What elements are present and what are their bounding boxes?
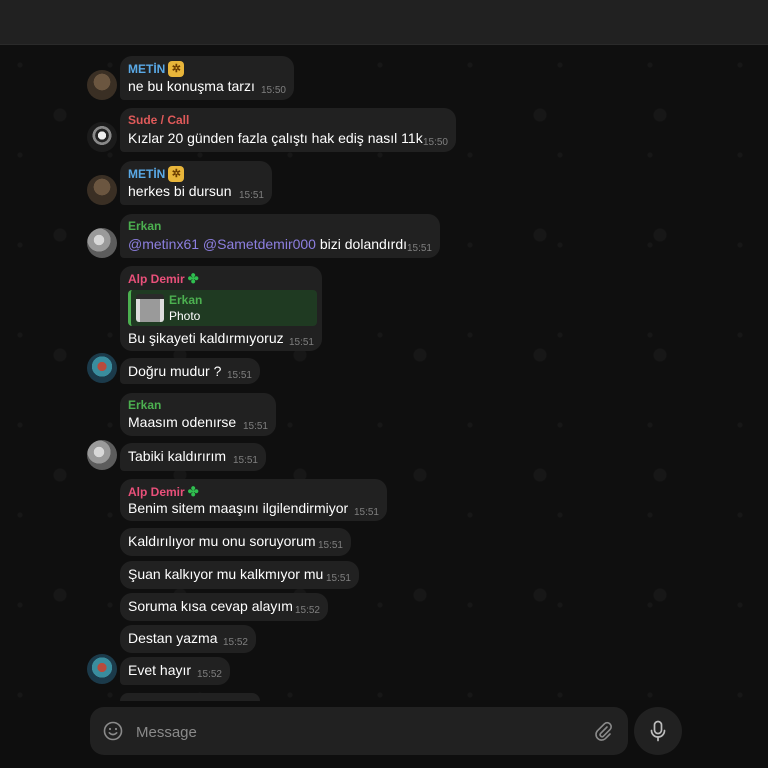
message-time: 15:51 bbox=[242, 421, 268, 432]
message-bubble[interactable]: METİN ✲ ne bu konuşma tarzı 15:50 bbox=[120, 56, 294, 100]
message-text: Kaldırılıyor mu onu soruyorum bbox=[128, 533, 316, 549]
avatar[interactable] bbox=[87, 122, 117, 152]
message-bubble[interactable]: METİN ✲ herkes bi dursun 15:51 bbox=[120, 161, 272, 205]
message-time: 15:51 bbox=[317, 540, 343, 551]
sender-name[interactable]: Erkan bbox=[128, 398, 161, 412]
message-bubble[interactable]: Soruma kısa cevap alayım 15:52 bbox=[120, 593, 328, 621]
message-bubble[interactable]: Sude / Call Kızlar 20 günden fazla çalış… bbox=[120, 108, 456, 152]
message-bubble-partial bbox=[120, 693, 260, 701]
message-bubble[interactable]: Doğru mudur ? 15:51 bbox=[120, 358, 260, 384]
reply-text: Photo bbox=[169, 309, 201, 323]
message-text: Bu şikayeti kaldırmıyoruz bbox=[128, 330, 284, 346]
sender-name[interactable]: Sude / Call bbox=[128, 113, 189, 127]
message-input[interactable] bbox=[134, 719, 578, 745]
message-bubble[interactable]: Erkan @metinx61 @Sametdemir000 bizi dola… bbox=[120, 214, 440, 258]
clover-icon: ✤ bbox=[187, 484, 199, 499]
emoji-icon[interactable] bbox=[103, 721, 123, 741]
sender-name[interactable]: Erkan bbox=[128, 219, 161, 233]
mention-link[interactable]: @metinx61 bbox=[128, 236, 199, 252]
message-text: Şuan kalkıyor mu kalkmıyor mu bbox=[128, 566, 324, 582]
message-time: 15:50 bbox=[422, 137, 448, 148]
message-text: Doğru mudur ? bbox=[128, 363, 222, 379]
message-bubble[interactable]: Erkan Maasım odenırse 15:51 bbox=[120, 393, 276, 436]
microphone-icon bbox=[648, 720, 668, 742]
message-list[interactable]: METİN ✲ ne bu konuşma tarzı 15:50 Sude /… bbox=[0, 45, 768, 700]
avatar[interactable] bbox=[87, 440, 117, 470]
chat-header bbox=[0, 0, 768, 45]
badge-icon: ✲ bbox=[168, 61, 185, 77]
message-time: 15:51 bbox=[238, 190, 264, 201]
sender-name[interactable]: METİN ✲ bbox=[128, 61, 185, 77]
avatar[interactable] bbox=[87, 175, 117, 205]
photo-thumbnail bbox=[136, 294, 164, 322]
message-time: 15:52 bbox=[294, 605, 320, 616]
sender-name[interactable]: Alp Demir ✤ bbox=[128, 271, 199, 287]
mention-link[interactable]: @Sametdemir000 bbox=[203, 236, 316, 252]
message-text: @metinx61 @Sametdemir000 bizi dolandırdı bbox=[128, 236, 408, 252]
message-time: 15:51 bbox=[406, 243, 432, 254]
message-composer bbox=[90, 707, 628, 755]
clover-icon: ✤ bbox=[187, 271, 199, 286]
message-text: Kızlar 20 günden fazla çalıştı hak ediş … bbox=[128, 130, 423, 146]
message-bubble[interactable]: Alp Demir ✤ Erkan Photo Bu şikayeti kald… bbox=[120, 266, 322, 351]
message-text: Tabiki kaldırırım bbox=[128, 448, 227, 464]
message-bubble[interactable]: Destan yazma 15:52 bbox=[120, 625, 256, 653]
message-time: 15:51 bbox=[353, 507, 379, 518]
message-text: Evet hayır bbox=[128, 662, 192, 678]
microphone-button[interactable] bbox=[634, 707, 682, 755]
message-time: 15:50 bbox=[260, 85, 286, 96]
reply-sender: Erkan bbox=[169, 293, 203, 307]
message-bubble[interactable]: Tabiki kaldırırım 15:51 bbox=[120, 443, 266, 471]
avatar[interactable] bbox=[87, 654, 117, 684]
message-time: 15:51 bbox=[325, 573, 351, 584]
message-text: ne bu konuşma tarzı bbox=[128, 78, 255, 94]
sender-name[interactable]: METİN ✲ bbox=[128, 166, 185, 182]
message-time: 15:52 bbox=[196, 669, 222, 680]
message-time: 15:51 bbox=[288, 337, 314, 348]
message-time: 15:52 bbox=[222, 637, 248, 648]
message-time: 15:51 bbox=[226, 370, 252, 381]
sender-name[interactable]: Alp Demir ✤ bbox=[128, 484, 199, 500]
message-text: Destan yazma bbox=[128, 630, 218, 646]
reply-preview[interactable]: Erkan Photo bbox=[128, 290, 317, 326]
avatar[interactable] bbox=[87, 70, 117, 100]
avatar[interactable] bbox=[87, 228, 117, 258]
badge-icon: ✲ bbox=[168, 166, 185, 182]
paperclip-icon[interactable] bbox=[592, 720, 614, 742]
message-bubble[interactable]: Şuan kalkıyor mu kalkmıyor mu 15:51 bbox=[120, 561, 359, 589]
message-time: 15:51 bbox=[232, 455, 258, 466]
message-bubble[interactable]: Kaldırılıyor mu onu soruyorum 15:51 bbox=[120, 528, 351, 556]
message-bubble[interactable]: Evet hayır 15:52 bbox=[120, 657, 230, 685]
message-bubble[interactable]: Alp Demir ✤ Benim sitem maaşını ilgilend… bbox=[120, 479, 387, 521]
message-text: Maasım odenırse bbox=[128, 414, 237, 430]
avatar[interactable] bbox=[87, 353, 117, 383]
message-text: herkes bi dursun bbox=[128, 183, 232, 199]
message-text: Soruma kısa cevap alayım bbox=[128, 598, 293, 614]
message-text: Benim sitem maaşını ilgilendirmiyor bbox=[128, 500, 349, 516]
